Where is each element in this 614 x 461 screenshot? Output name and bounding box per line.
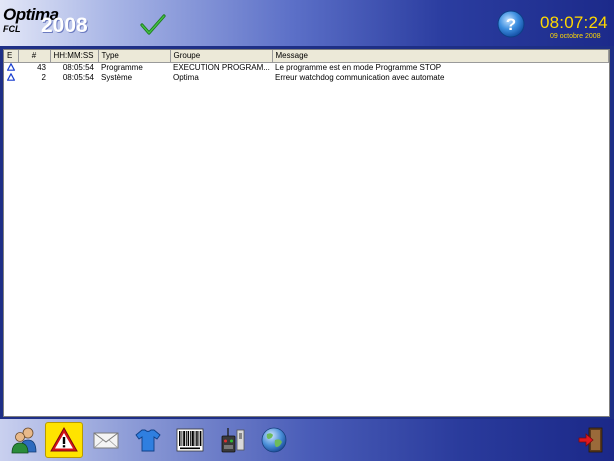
column-header-type[interactable]: Type bbox=[98, 50, 171, 63]
exit-door-icon bbox=[578, 427, 603, 453]
table-header-row: E # HH:MM:SS Type Groupe Message bbox=[4, 50, 609, 63]
column-header-e[interactable]: E bbox=[4, 50, 19, 63]
table-row[interactable]: 43 08:05:54 Programme EXECUTION PROGRAM.… bbox=[4, 62, 609, 72]
row-status-cell bbox=[4, 72, 18, 82]
barcode-button[interactable] bbox=[171, 422, 209, 458]
barcode-icon bbox=[176, 428, 204, 452]
globe-icon bbox=[261, 427, 287, 453]
svg-text:?: ? bbox=[506, 15, 516, 34]
row-status-cell bbox=[4, 62, 18, 72]
clock-date: 09 octobre 2008 bbox=[550, 33, 601, 40]
check-icon bbox=[140, 14, 166, 36]
column-header-group[interactable]: Groupe bbox=[170, 50, 273, 63]
mail-icon bbox=[93, 432, 119, 449]
remote-control-button[interactable] bbox=[213, 422, 251, 458]
row-time: 08:05:54 bbox=[62, 62, 94, 72]
row-number: 43 bbox=[37, 62, 46, 72]
row-number: 2 bbox=[41, 72, 46, 82]
row-group: EXECUTION PROGRAM... bbox=[173, 62, 270, 72]
row-type: Programme bbox=[101, 62, 143, 72]
header-bar: Optima FCL 2008 ? 08:07:24 09 octobre 20… bbox=[0, 0, 614, 46]
bottom-toolbar bbox=[0, 419, 614, 461]
column-header-number[interactable]: # bbox=[18, 50, 51, 63]
messages-button[interactable] bbox=[87, 422, 125, 458]
alarm-warning-icon bbox=[50, 426, 78, 452]
exit-button[interactable] bbox=[572, 422, 610, 458]
row-message: Erreur watchdog communication avec autom… bbox=[275, 72, 445, 82]
row-type: Système bbox=[101, 72, 133, 82]
operators-icon bbox=[11, 427, 37, 454]
brand-subtitle: FCL bbox=[3, 24, 21, 34]
row-message: Le programme est en mode Programme STOP bbox=[275, 62, 442, 72]
warning-triangle-icon bbox=[7, 62, 15, 71]
clock-time: 08:07:24 bbox=[540, 13, 608, 32]
help-icon[interactable]: ? bbox=[497, 10, 525, 38]
event-log-table: E # HH:MM:SS Type Groupe Message 43 08:0… bbox=[4, 50, 609, 82]
tshirt-icon bbox=[135, 429, 161, 452]
network-button[interactable] bbox=[255, 422, 293, 458]
operators-button[interactable] bbox=[6, 422, 44, 458]
brand-year: 2008 bbox=[41, 14, 88, 37]
warning-triangle-icon bbox=[7, 72, 15, 81]
event-log-panel[interactable]: E # HH:MM:SS Type Groupe Message 43 08:0… bbox=[3, 49, 610, 417]
column-header-time[interactable]: HH:MM:SS bbox=[50, 50, 99, 63]
remote-control-icon bbox=[221, 428, 245, 453]
alarms-button[interactable] bbox=[45, 422, 83, 458]
table-row[interactable]: 2 08:05:54 Système Optima Erreur watchdo… bbox=[4, 72, 609, 82]
column-header-message[interactable]: Message bbox=[272, 50, 609, 63]
row-group: Optima bbox=[173, 72, 199, 82]
articles-button[interactable] bbox=[129, 422, 167, 458]
row-time: 08:05:54 bbox=[62, 72, 94, 82]
